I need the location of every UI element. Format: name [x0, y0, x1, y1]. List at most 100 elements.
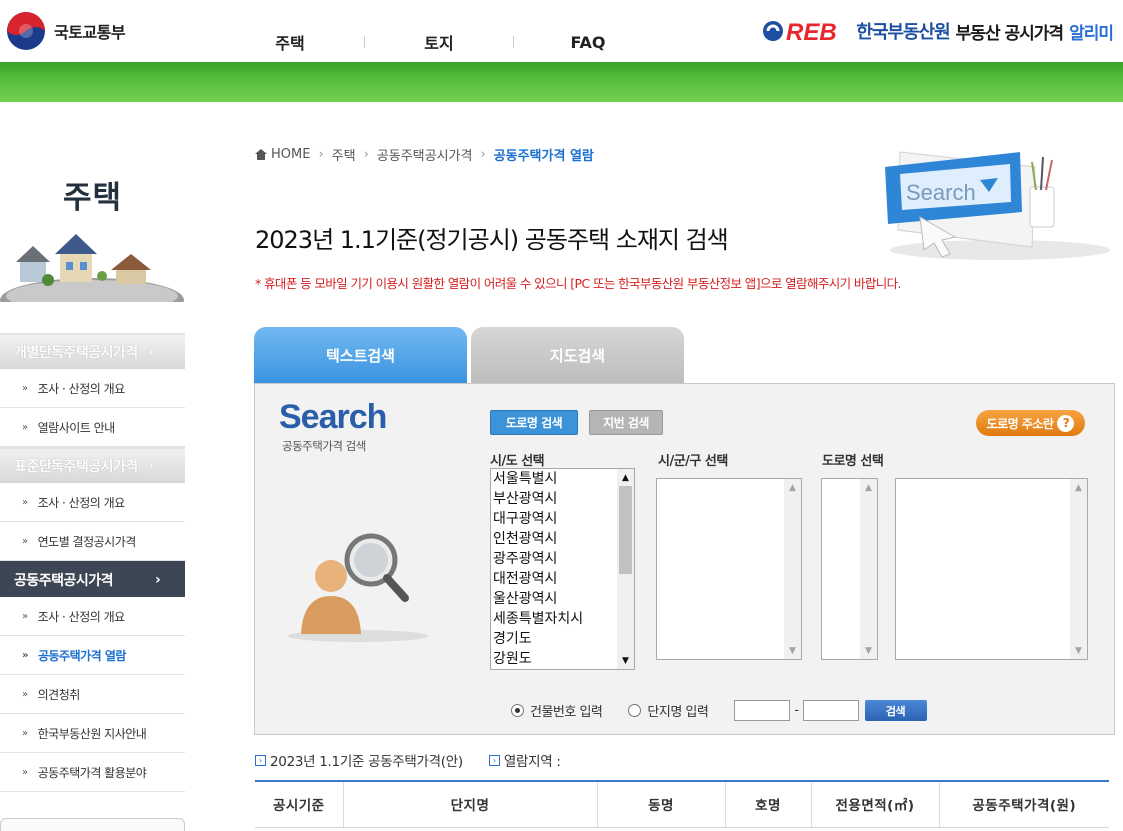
building-main-number-input[interactable] — [734, 700, 791, 721]
road-name-scrollbar[interactable]: ▲ ▼ — [1070, 479, 1087, 659]
double-chevron-icon: » — [22, 382, 28, 394]
reb-brand[interactable]: REB 한국부동산원 부동산 공시가격 알리미 — [762, 17, 1114, 45]
building-number-radio[interactable] — [511, 704, 524, 717]
tab-map-search[interactable]: 지도검색 — [471, 327, 684, 383]
sido-option[interactable]: 경기도 — [493, 629, 634, 649]
top-navigation: 주택 토지 FAQ — [260, 30, 618, 54]
breadcrumb-housing[interactable]: 주택 — [332, 145, 356, 164]
sidebar-item-yearly-prices[interactable]: » 연도별 결정공시가격 — [0, 522, 185, 561]
sido-listbox[interactable]: 서울특별시 부산광역시 대구광역시 인천광역시 광주광역시 대전광역시 울산광역… — [490, 468, 635, 670]
sidebar-cat-individual-house[interactable]: 개별단독주택공시가격 › — [0, 333, 185, 369]
scroll-thumb[interactable] — [619, 486, 632, 574]
category-label: 표준단독주택공시가격 — [14, 459, 138, 475]
double-chevron-icon: » — [22, 496, 28, 508]
building-number-label: 건물번호 입력 — [530, 705, 603, 720]
col-unit: 호명 — [725, 780, 812, 828]
scroll-up-icon[interactable]: ▲ — [860, 479, 877, 496]
reb-org-name: 한국부동산원 — [856, 22, 950, 43]
nav-divider — [513, 36, 514, 48]
sido-option[interactable]: 대전광역시 — [493, 569, 634, 589]
sido-option[interactable]: 울산광역시 — [493, 589, 634, 609]
number-dash: - — [794, 703, 799, 718]
lot-number-search-button[interactable]: 지번 검색 — [589, 410, 663, 435]
sido-option[interactable]: 인천광역시 — [493, 529, 634, 549]
sido-option[interactable]: 대구광역시 — [493, 509, 634, 529]
scroll-up-icon[interactable]: ▲ — [617, 469, 634, 486]
sido-option[interactable]: 강원도 — [493, 649, 634, 669]
page-title: 2023년 1.1기준(정기공시) 공동주택 소재지 검색 — [255, 226, 729, 254]
user-search-illustration — [288, 533, 428, 642]
col-area: 전용면적(㎡) — [811, 780, 940, 828]
scroll-up-icon[interactable]: ▲ — [784, 479, 801, 496]
road-initial-scrollbar[interactable]: ▲ ▼ — [860, 479, 877, 659]
sido-options: 서울특별시 부산광역시 대구광역시 인천광역시 광주광역시 대전광역시 울산광역… — [491, 469, 634, 669]
scroll-up-icon[interactable]: ▲ — [1070, 479, 1087, 496]
col-building: 동명 — [597, 780, 726, 828]
sido-option[interactable]: 부산광역시 — [493, 489, 634, 509]
sidebar-item-opinion[interactable]: » 의견청취 — [0, 675, 185, 714]
search-logo: Search — [279, 398, 387, 436]
road-initial-listbox[interactable]: ▲ ▼ — [821, 478, 878, 660]
service-title-accent: 알리미 — [1069, 23, 1114, 44]
complex-name-radio[interactable] — [628, 704, 642, 717]
sidebar-title: 주택 — [62, 180, 123, 216]
sido-scrollbar[interactable]: ▲ ▼ — [617, 469, 634, 669]
search-type-row: 건물번호 입력 단지명 입력 - 검색 — [511, 700, 927, 721]
scroll-down-icon[interactable]: ▼ — [617, 652, 634, 669]
search-panel: Search 공동주택가격 검색 도로명 검색 지번 검색 도로명 주소란 ? … — [254, 383, 1115, 735]
sidebar-item-viewing-sites[interactable]: » 열람사이트 안내 — [0, 408, 185, 447]
breadcrumb-apartment-price[interactable]: 공동주택공시가격 — [377, 145, 473, 164]
sidebar-cat-apartment[interactable]: 공동주택공시가격 › — [0, 561, 185, 597]
double-chevron-icon: » — [22, 535, 28, 547]
sigungu-scrollbar[interactable]: ▲ ▼ — [784, 479, 801, 659]
scroll-down-icon[interactable]: ▼ — [1070, 642, 1087, 659]
sido-option[interactable]: 세종특별자치시 — [493, 609, 634, 629]
building-sub-number-input[interactable] — [802, 700, 859, 721]
road-name-search-button[interactable]: 도로명 검색 — [490, 410, 578, 435]
result-table: 공시기준 단지명 동명 호명 전용면적(㎡) 공동주택가격(원) — [255, 780, 1109, 828]
green-banner — [0, 62, 1123, 102]
help-icon: ? — [1057, 414, 1075, 432]
search-subtitle: 공동주택가격 검색 — [282, 439, 366, 453]
sido-option[interactable]: 광주광역시 — [493, 549, 634, 569]
sidebar-banner[interactable] — [0, 818, 185, 831]
sidebar-item-label: 열람사이트 안내 — [37, 420, 116, 435]
col-standard-date: 공시기준 — [255, 780, 344, 828]
sigungu-listbox[interactable]: ▲ ▼ — [656, 478, 802, 660]
service-title: 부동산 공시가격 — [955, 23, 1064, 44]
breadcrumb-home[interactable]: HOME — [271, 147, 310, 162]
nav-faq[interactable]: FAQ — [558, 33, 618, 52]
sigungu-label: 시/군/구 선택 — [658, 454, 728, 469]
scroll-down-icon[interactable]: ▼ — [860, 642, 877, 659]
sidebar-cat-standard-house[interactable]: 표준단독주택공시가격 › — [0, 447, 185, 483]
sidebar-item-survey-overview[interactable]: » 조사 · 산정의 개요 — [0, 483, 185, 522]
sidebar-item-branch-info[interactable]: » 한국부동산원 지사안내 — [0, 714, 185, 753]
double-chevron-icon: » — [22, 610, 28, 622]
scroll-down-icon[interactable]: ▼ — [784, 642, 801, 659]
hero-search-text: Search — [906, 180, 976, 205]
nav-housing[interactable]: 주택 — [260, 30, 320, 54]
caption-bullet-icon: › — [255, 754, 266, 766]
sidebar-item-survey-overview[interactable]: » 조사 · 산정의 개요 — [0, 369, 185, 408]
chevron-right-icon: › — [155, 572, 161, 588]
breadcrumb-current: 공동주택가격 열람 — [493, 149, 594, 164]
double-chevron-icon: » — [22, 421, 28, 433]
search-button[interactable]: 검색 — [864, 700, 927, 721]
sidebar-item-apartment-price-view[interactable]: » 공동주택가격 열람 — [0, 636, 185, 675]
breadcrumb-separator: › — [480, 147, 486, 162]
houses-illustration — [0, 234, 184, 302]
road-name-listbox[interactable]: ▲ ▼ — [895, 478, 1088, 660]
sidebar-item-survey-overview[interactable]: » 조사 · 산정의 개요 — [0, 597, 185, 636]
breadcrumb-separator: › — [363, 147, 369, 162]
road-address-help-button[interactable]: 도로명 주소란 ? — [976, 410, 1085, 436]
search-monitor-illustration: Search — [885, 151, 1110, 260]
chevron-right-icon: › — [147, 344, 154, 360]
sido-option[interactable]: 서울특별시 — [493, 469, 634, 489]
sidebar-item-label: 조사 · 산정의 개요 — [37, 495, 126, 510]
tab-text-search[interactable]: 텍스트검색 — [254, 327, 467, 383]
road-address-label: 도로명 주소란 — [986, 416, 1054, 431]
double-chevron-icon: » — [22, 727, 28, 739]
nav-land[interactable]: 토지 — [409, 30, 469, 54]
ministry-logo-link[interactable]: 국토교통부 — [6, 11, 126, 51]
sidebar-item-price-usage[interactable]: » 공동주택가격 활용분야 — [0, 753, 185, 792]
